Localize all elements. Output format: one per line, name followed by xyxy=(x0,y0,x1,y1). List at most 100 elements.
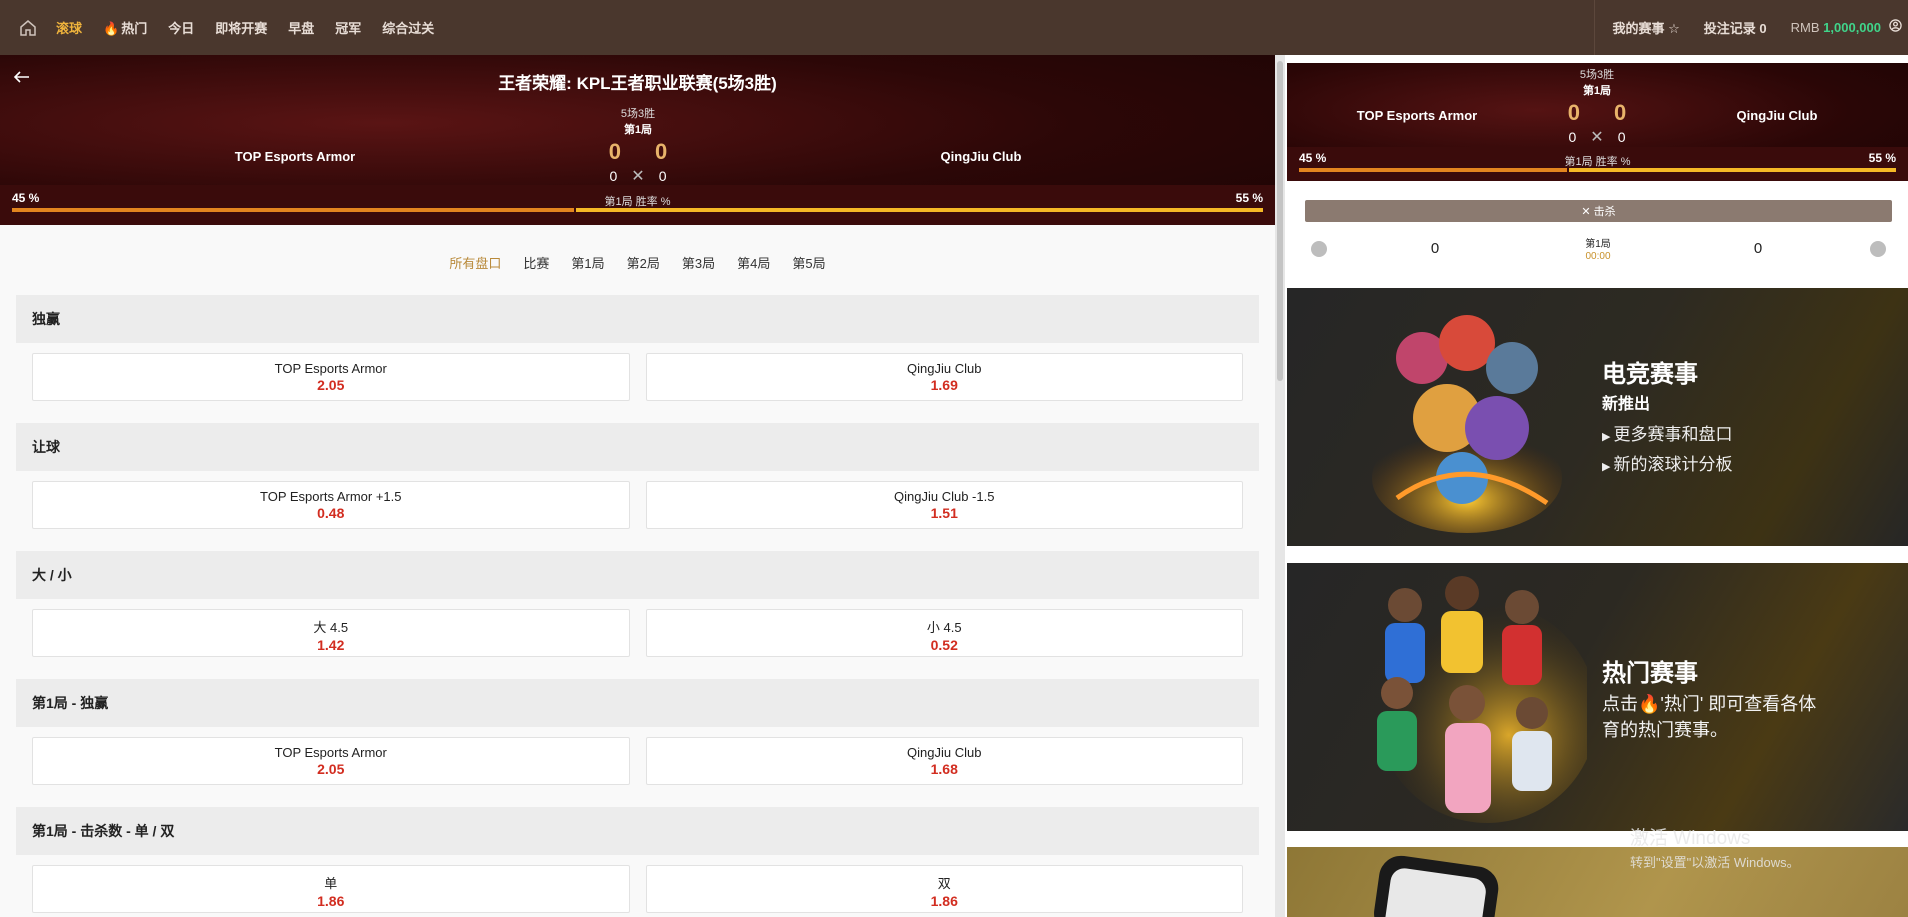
nav-item-hot[interactable]: 🔥 热门 xyxy=(103,18,147,37)
promo-hot-events[interactable]: 热门赛事 点击🔥'热门' 即可查看各体育的热门赛事。 xyxy=(1287,563,1908,831)
promo-hot-text: 点击🔥'热门' 即可查看各体育的热门赛事。 xyxy=(1602,691,1832,743)
odds-option-name: TOP Esports Armor xyxy=(274,361,387,376)
market-game1-kills-odd-even: 第1局 - 击杀数 - 单 / 双 单 1.86 双 1.86 xyxy=(16,807,1259,917)
odds-option-name: 单 xyxy=(324,876,338,891)
away-team-name: QingJiu Club xyxy=(1736,108,1818,123)
star-icon: ☆ xyxy=(1668,21,1680,36)
away-win-pct: 55 % xyxy=(1868,151,1896,165)
market-game1-moneyline: 第1局 - 独赢 TOP Esports Armor 2.05 QingJiu C… xyxy=(16,679,1259,807)
my-events-label: 我的赛事 xyxy=(1612,21,1665,36)
away-team-dot xyxy=(1870,241,1886,257)
home-round-score: 0 xyxy=(1567,100,1580,125)
top-navigation: 滚球 🔥 热门 今日 即将开赛 早盘 冠军 综合过关 我的赛事 ☆ 投注记录 0 … xyxy=(0,0,1908,55)
bet-records-link[interactable]: 投注记录 0 xyxy=(1704,18,1767,37)
home-team-dot xyxy=(1311,241,1327,257)
odds-button[interactable]: QingJiu Club 1.68 xyxy=(645,737,1243,785)
away-team-name: QingJiu Club xyxy=(940,149,1022,164)
nav-item-outright[interactable]: 冠军 xyxy=(335,18,361,37)
odds-value: 1.68 xyxy=(930,761,958,777)
home-prob-segment xyxy=(12,208,575,212)
nav-item-upcoming[interactable]: 即将开赛 xyxy=(215,18,267,37)
tab-game-2[interactable]: 第2局 xyxy=(627,253,660,295)
athletes-illustration xyxy=(1377,576,1587,823)
promo-esports-title: 电竞赛事 xyxy=(1602,361,1698,388)
odds-button[interactable]: 双 1.86 xyxy=(645,865,1243,913)
balance-display: RMB 1,000,000 xyxy=(1791,20,1881,35)
kills-round-info: 第1局 00:00 xyxy=(1558,235,1638,262)
odds-option-name: QingJiu Club -1.5 xyxy=(894,489,995,504)
market-title: 让球 xyxy=(16,423,1259,471)
odds-value: 0.52 xyxy=(930,637,958,653)
odds-button[interactable]: 大 4.5 1.42 xyxy=(32,609,630,657)
nav-item-early[interactable]: 早盘 xyxy=(288,18,314,37)
win-probability: 45 % 第1局 胜率 % 55 % xyxy=(1287,147,1908,181)
nav-item-today[interactable]: 今日 xyxy=(168,18,194,37)
user-icon[interactable] xyxy=(1889,18,1902,37)
win-prob-label: 第1局 胜率 % xyxy=(604,196,671,208)
win-prob-bar xyxy=(1299,168,1896,172)
fire-icon: 🔥 xyxy=(1638,694,1661,714)
nav-item-live[interactable]: 滚球 xyxy=(56,18,82,37)
away-prob-segment xyxy=(1568,168,1896,172)
market-tabs: 所有盘口 比赛 第1局 第2局 第3局 第4局 第5局 xyxy=(0,225,1275,295)
match-title: 王者荣耀: KPL王者职业联赛(5场3胜) xyxy=(498,74,777,93)
odds-option-name: TOP Esports Armor +1.5 xyxy=(260,489,402,504)
away-round-score: 0 xyxy=(655,139,668,164)
odds-button[interactable]: QingJiu Club 1.69 xyxy=(645,353,1243,401)
odds-button[interactable]: TOP Esports Armor 2.05 xyxy=(32,737,630,785)
match-banner: 王者荣耀: KPL王者职业联赛(5场3胜) TOP Esports Armor … xyxy=(0,55,1275,225)
tab-all-markets[interactable]: 所有盘口 xyxy=(449,253,501,295)
odds-button[interactable]: 小 4.5 0.52 xyxy=(645,609,1243,657)
round-label: 第1局 xyxy=(623,124,653,136)
my-events-link[interactable]: 我的赛事 ☆ xyxy=(1613,18,1680,37)
nav-item-parlay[interactable]: 综合过关 xyxy=(382,18,434,37)
odds-value: 1.86 xyxy=(930,893,958,909)
tab-game-3[interactable]: 第3局 xyxy=(682,253,715,295)
game-clock: 00:00 xyxy=(1585,251,1611,262)
side-panel: 5场3胜 第1局 0 0 0 ✕ 0 TOP Esports Armor Qin… xyxy=(1285,55,1908,917)
scrollbar[interactable] xyxy=(1275,55,1285,917)
esports-characters-illustration xyxy=(1372,315,1562,533)
kills-row: 0 第1局 00:00 0 xyxy=(1305,233,1892,269)
home-prob-segment xyxy=(1299,168,1567,172)
odds-button[interactable]: QingJiu Club -1.5 1.51 xyxy=(645,481,1243,529)
tab-game-1[interactable]: 第1局 xyxy=(571,253,604,295)
win-prob-bar xyxy=(12,208,1263,212)
away-kills: 0 xyxy=(1753,240,1763,257)
win-probability: 45 % 第1局 胜率 % 55 % xyxy=(0,185,1275,225)
tab-game-5[interactable]: 第5局 xyxy=(792,253,825,295)
nav-item-hot-label: 热门 xyxy=(121,21,148,36)
market-title: 第1局 - 击杀数 - 单 / 双 xyxy=(16,807,1259,855)
market-handicap: 让球 TOP Esports Armor +1.5 0.48 QingJiu Cl… xyxy=(16,423,1259,551)
odds-button[interactable]: TOP Esports Armor +1.5 0.48 xyxy=(32,481,630,529)
versus-icon: ✕ xyxy=(1590,129,1604,146)
match-format: 5场3胜 xyxy=(1579,69,1615,81)
odds-button[interactable]: 单 1.86 xyxy=(32,865,630,913)
away-score: 0 xyxy=(658,168,667,184)
home-icon[interactable] xyxy=(0,0,56,55)
mini-scoreboard: 5场3胜 第1局 0 0 0 ✕ 0 TOP Esports Armor Qin… xyxy=(1287,63,1908,181)
odds-option-name: TOP Esports Armor xyxy=(274,745,387,760)
odds-value: 1.86 xyxy=(317,893,345,909)
tab-game-4[interactable]: 第4局 xyxy=(737,253,770,295)
match-detail-panel: 王者荣耀: KPL王者职业联赛(5场3胜) TOP Esports Armor … xyxy=(0,55,1275,917)
home-round-score: 0 xyxy=(608,139,621,164)
win-prob-label: 第1局 胜率 % xyxy=(1564,156,1631,168)
match-format: 5场3胜 xyxy=(620,108,656,120)
phone-illustration xyxy=(1374,855,1499,917)
odds-value: 1.51 xyxy=(930,505,958,521)
promo-hot-text-pre: 点击 xyxy=(1602,694,1638,714)
odds-value: 0.48 xyxy=(317,505,345,521)
tab-match[interactable]: 比赛 xyxy=(523,253,549,295)
versus-icon: ✕ xyxy=(631,168,645,185)
kills-header: ✕ 击杀 xyxy=(1305,200,1892,222)
promo-esports[interactable]: 电竞赛事 新推出 ▶ 更多赛事和盘口 ▶ 新的滚球计分板 xyxy=(1287,288,1908,546)
scrollbar-thumb[interactable] xyxy=(1277,61,1283,381)
promo-app[interactable] xyxy=(1287,847,1908,917)
odds-option-name: 大 4.5 xyxy=(313,620,349,635)
away-score: 0 xyxy=(1617,129,1626,145)
odds-button[interactable]: TOP Esports Armor 2.05 xyxy=(32,353,630,401)
home-score: 0 xyxy=(1568,129,1577,145)
odds-option-name: 双 xyxy=(937,876,951,891)
balance-amount: 1,000,000 xyxy=(1823,20,1881,35)
